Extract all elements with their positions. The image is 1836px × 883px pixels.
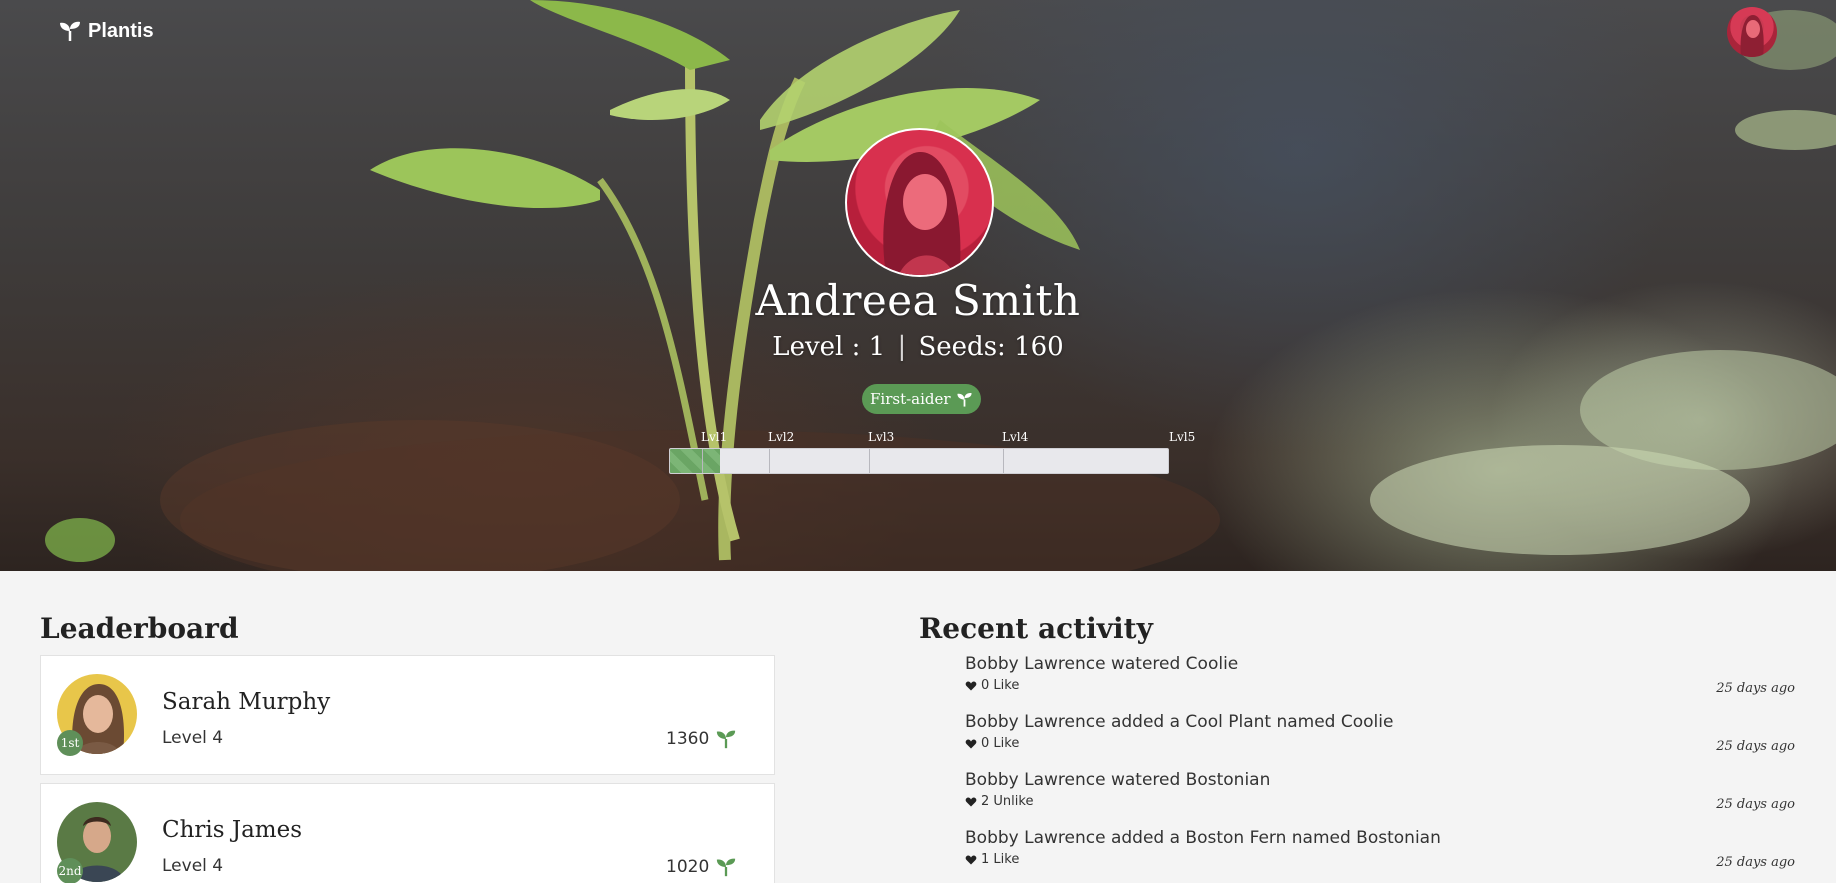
seed-count: 1020 (666, 857, 710, 877)
brand-logo[interactable]: Plantis (58, 19, 154, 43)
user-menu-avatar[interactable] (1727, 7, 1777, 57)
like-button[interactable]: 2 Unlike (965, 794, 1795, 809)
sprout-icon (60, 21, 80, 41)
rank-badge: 1st (57, 730, 83, 756)
hero-banner: Plantis Andreea Smith Level : 1 | Seeds:… (0, 0, 1836, 571)
sprout-icon (717, 730, 736, 749)
activity-item: Bobby Lawrence added a Cool Plant named … (965, 712, 1795, 754)
brand-name: Plantis (88, 19, 154, 42)
achievement-badge[interactable]: First-aider (862, 384, 981, 414)
leaderboard-level: Level 4 (162, 856, 224, 876)
leaderboard-level: Level 4 (162, 728, 224, 748)
like-count: 2 Unlike (981, 794, 1034, 809)
like-button[interactable]: 0 Like (965, 736, 1795, 751)
activity-text: Bobby Lawrence added a Boston Fern named… (965, 828, 1441, 848)
activity-time: 25 days ago (1716, 797, 1795, 812)
like-button[interactable]: 1 Like (965, 852, 1795, 867)
seed-count: 1360 (666, 729, 710, 749)
profile-seeds: Seeds: 160 (918, 332, 1064, 362)
activity-text: Bobby Lawrence watered Bostonian (965, 770, 1271, 790)
progress-tick (702, 449, 703, 473)
like-count: 0 Like (981, 736, 1020, 751)
activity-item: Bobby Lawrence added a Boston Fern named… (965, 828, 1795, 870)
stats-divider: | (897, 332, 907, 362)
progress-tick (769, 449, 770, 473)
profile-avatar (845, 128, 994, 277)
activity-time: 25 days ago (1716, 855, 1795, 870)
like-count: 1 Like (981, 852, 1020, 867)
like-button[interactable]: 0 Like (965, 678, 1795, 693)
profile-stats: Level : 1 | Seeds: 160 (0, 332, 1836, 362)
sprout-icon (717, 858, 736, 877)
leaderboard-name: Chris James (162, 817, 303, 843)
heart-icon (965, 739, 977, 748)
leaderboard-name: Sarah Murphy (162, 689, 331, 715)
level-label-5: Lvl5 (1169, 430, 1196, 444)
leaderboard-seeds: 1020 (666, 856, 737, 878)
leaderboard-entry[interactable]: 1st Sarah Murphy Level 4 1360 (40, 655, 775, 775)
progress-tick (869, 449, 870, 473)
badge-label: First-aider (870, 390, 951, 408)
activity-item: Bobby Lawrence watered Coolie 0 Like 25 … (965, 654, 1795, 696)
progress-track (669, 448, 1169, 474)
level-label-2: Lvl2 (768, 430, 795, 444)
progress-tick (1003, 449, 1004, 473)
heart-icon (965, 681, 977, 690)
profile-photo (883, 151, 961, 275)
leaderboard-title: Leaderboard (40, 612, 239, 645)
profile-name: Andreea Smith (755, 276, 1081, 325)
progress-fill (670, 449, 720, 473)
sprout-icon (956, 392, 972, 407)
leaderboard-entry[interactable]: 2nd Chris James Level 4 1020 (40, 783, 775, 883)
level-progress: Lvl1 Lvl2 Lvl3 Lvl4 Lvl5 (669, 430, 1195, 475)
heart-icon (965, 855, 977, 864)
avatar-image (1740, 15, 1764, 57)
profile-level: Level : 1 (772, 332, 886, 362)
level-label-1: Lvl1 (701, 430, 728, 444)
activity-text: Bobby Lawrence watered Coolie (965, 654, 1239, 674)
activity-item: Bobby Lawrence watered Bostonian 2 Unlik… (965, 770, 1795, 812)
recent-activity-title: Recent activity (919, 612, 1153, 645)
activity-text: Bobby Lawrence added a Cool Plant named … (965, 712, 1394, 732)
leaderboard-seeds: 1360 (666, 728, 737, 750)
level-label-4: Lvl4 (1002, 430, 1029, 444)
activity-time: 25 days ago (1716, 681, 1795, 696)
rank-badge: 2nd (57, 858, 83, 883)
level-label-3: Lvl3 (868, 430, 895, 444)
heart-icon (965, 797, 977, 806)
like-count: 0 Like (981, 678, 1020, 693)
activity-time: 25 days ago (1716, 739, 1795, 754)
